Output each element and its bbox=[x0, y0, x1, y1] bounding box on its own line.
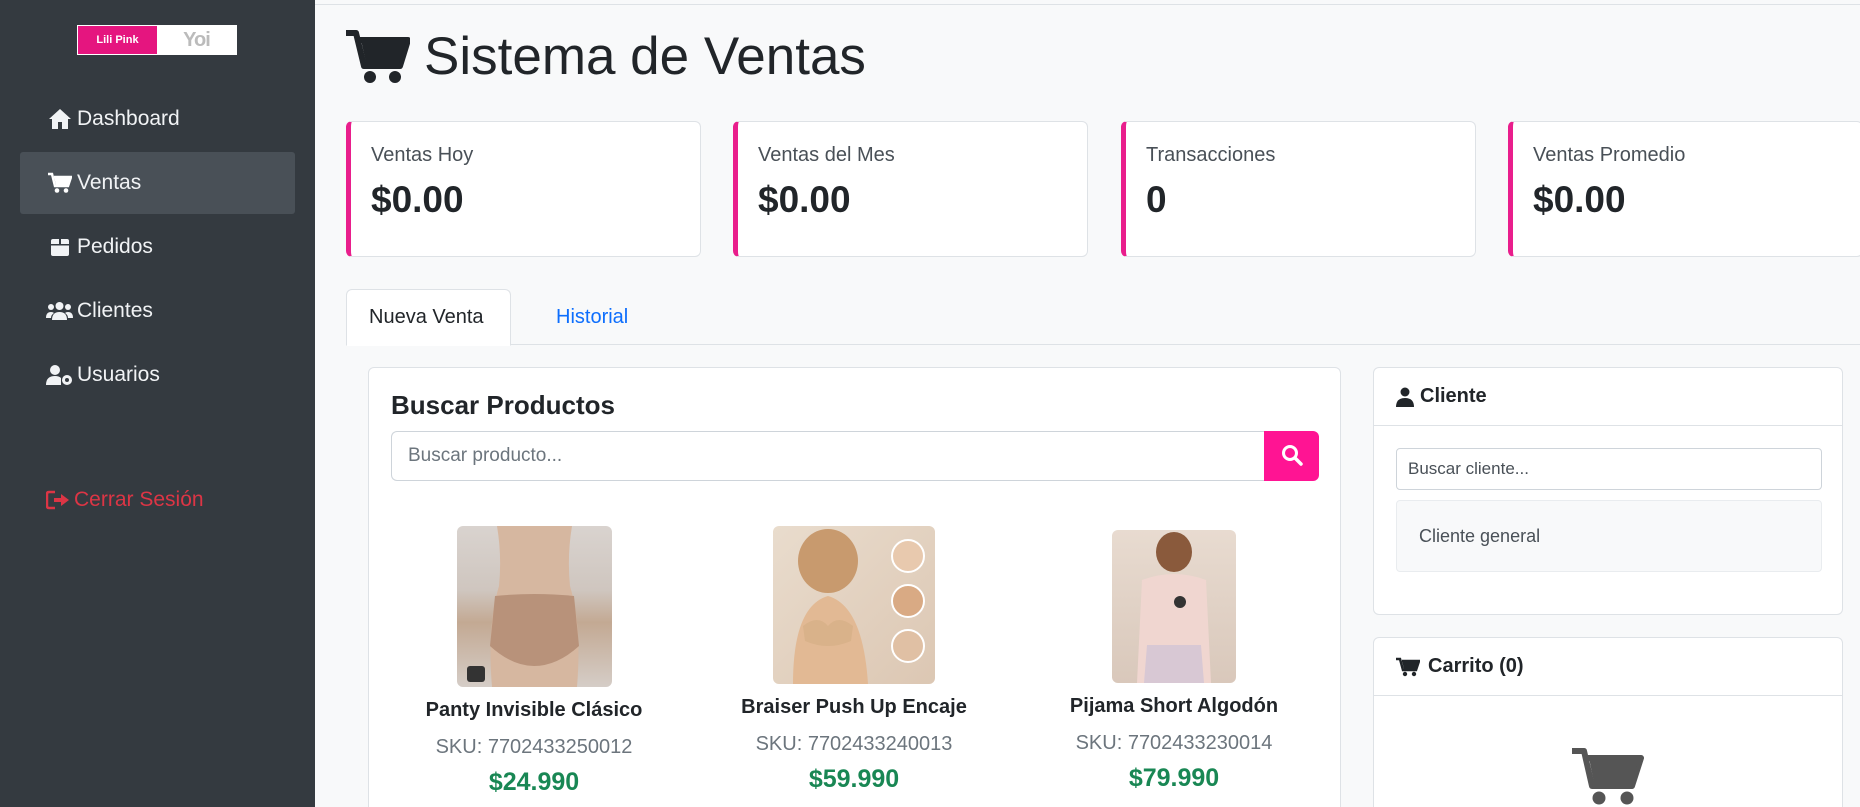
brand-logo-right: Yoi bbox=[157, 26, 236, 54]
product-price: $24.990 bbox=[488, 768, 580, 796]
product-search-row bbox=[391, 431, 1319, 481]
logout-button[interactable]: Cerrar Sesión bbox=[46, 488, 204, 512]
sidebar-nav: Dashboard Ventas Pedidos Clientes Usuari… bbox=[20, 88, 295, 408]
client-card-title: Cliente bbox=[1420, 385, 1487, 407]
product-price: $79.990 bbox=[1128, 764, 1220, 792]
user-icon bbox=[1396, 387, 1418, 407]
product-sku: SKU: 7702433230014 bbox=[1075, 732, 1273, 754]
stat-value: $0.00 bbox=[1533, 179, 1626, 220]
cart-icon bbox=[346, 28, 410, 86]
cart-card-header: Carrito (0) bbox=[1374, 638, 1842, 696]
tab-historial[interactable]: Historial bbox=[534, 289, 650, 345]
sidebar-item-ventas[interactable]: Ventas bbox=[20, 152, 295, 214]
top-divider bbox=[315, 4, 1860, 5]
product-card[interactable]: Braiser Push Up Encaje SKU: 770243324001… bbox=[704, 526, 1004, 794]
sidebar-item-label: Usuarios bbox=[77, 363, 160, 386]
stat-card-transacciones: Transacciones 0 bbox=[1121, 121, 1476, 257]
cart-card: Carrito (0) bbox=[1373, 637, 1843, 807]
search-button[interactable] bbox=[1264, 431, 1319, 481]
stat-value: 0 bbox=[1146, 179, 1167, 220]
box-icon bbox=[46, 235, 73, 259]
page-title-text: Sistema de Ventas bbox=[424, 27, 866, 86]
sidebar: Lili Pink Yoi Dashboard Ventas Pedidos C… bbox=[0, 0, 315, 807]
sidebar-item-label: Dashboard bbox=[77, 107, 180, 130]
product-search-card: Buscar Productos Panty Invisible Clásico… bbox=[368, 367, 1341, 807]
stat-value: $0.00 bbox=[758, 179, 851, 220]
stat-card-ventas-hoy: Ventas Hoy $0.00 bbox=[346, 121, 701, 257]
sidebar-item-label: Clientes bbox=[77, 299, 153, 322]
sidebar-item-dashboard[interactable]: Dashboard bbox=[20, 88, 295, 150]
product-card[interactable]: Pijama Short Algodón SKU: 7702433230014 … bbox=[1024, 526, 1324, 793]
stat-value: $0.00 bbox=[371, 179, 464, 220]
empty-cart-icon bbox=[1572, 746, 1644, 807]
product-search-title: Buscar Productos bbox=[391, 390, 615, 420]
product-name: Panty Invisible Clásico bbox=[425, 699, 643, 721]
brand-logo-left: Lili Pink bbox=[78, 26, 157, 54]
home-icon bbox=[46, 107, 73, 131]
stat-card-ventas-promedio: Ventas Promedio $0.00 bbox=[1508, 121, 1860, 257]
page-title: Sistema de Ventas bbox=[346, 26, 866, 87]
product-sku: SKU: 7702433250012 bbox=[435, 736, 633, 758]
product-image bbox=[456, 526, 612, 687]
stat-label: Ventas Hoy bbox=[371, 144, 474, 166]
product-card[interactable]: Panty Invisible Clásico SKU: 77024332500… bbox=[384, 526, 684, 797]
product-sku: SKU: 7702433240013 bbox=[755, 733, 953, 755]
client-search-input[interactable] bbox=[1396, 448, 1822, 490]
product-name: Braiser Push Up Encaje bbox=[741, 696, 967, 718]
cart-icon bbox=[1396, 657, 1426, 677]
client-selected[interactable]: Cliente general bbox=[1396, 500, 1822, 572]
stat-card-ventas-mes: Ventas del Mes $0.00 bbox=[733, 121, 1088, 257]
sidebar-item-usuarios[interactable]: Usuarios bbox=[20, 344, 295, 406]
client-card: Cliente Cliente general bbox=[1373, 367, 1843, 615]
sidebar-item-label: Pedidos bbox=[77, 235, 153, 258]
tab-bar: Nueva Venta Historial bbox=[346, 289, 1860, 346]
stat-label: Ventas Promedio bbox=[1533, 144, 1686, 166]
sidebar-item-label: Ventas bbox=[77, 171, 142, 194]
client-card-header: Cliente bbox=[1374, 368, 1842, 426]
tab-nueva-venta[interactable]: Nueva Venta bbox=[346, 289, 511, 346]
user-gear-icon bbox=[46, 363, 73, 387]
product-name: Pijama Short Algodón bbox=[1069, 695, 1279, 717]
cart-card-title: Carrito (0) bbox=[1428, 655, 1524, 677]
stat-label: Transacciones bbox=[1146, 144, 1276, 166]
cart-icon bbox=[46, 171, 73, 195]
product-image bbox=[1112, 530, 1236, 683]
logout-icon bbox=[46, 490, 74, 510]
product-price: $59.990 bbox=[808, 765, 900, 793]
sidebar-item-clientes[interactable]: Clientes bbox=[20, 280, 295, 342]
logout-label: Cerrar Sesión bbox=[74, 488, 204, 511]
search-icon bbox=[1281, 444, 1303, 469]
brand-logo[interactable]: Lili Pink Yoi bbox=[77, 25, 237, 55]
sidebar-item-pedidos[interactable]: Pedidos bbox=[20, 216, 295, 278]
users-icon bbox=[46, 299, 73, 323]
product-image bbox=[773, 526, 935, 684]
stat-label: Ventas del Mes bbox=[758, 144, 895, 166]
product-search-input[interactable] bbox=[391, 431, 1264, 481]
